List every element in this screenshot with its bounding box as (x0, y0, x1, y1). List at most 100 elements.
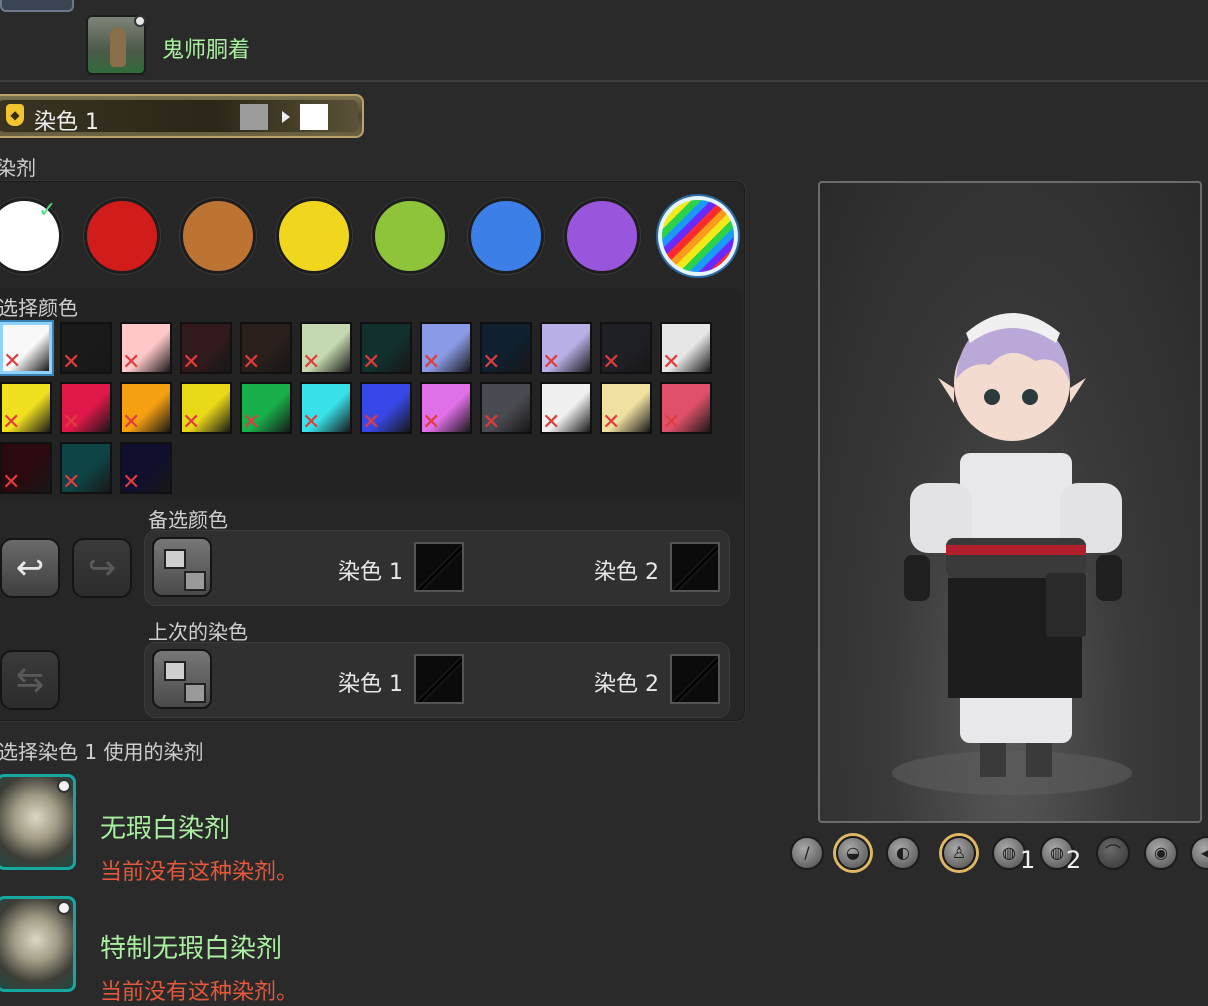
unavailable-x-icon: ✕ (302, 350, 321, 375)
unavailable-x-icon: ✕ (602, 410, 621, 435)
dye-item-icon[interactable] (0, 896, 76, 992)
previous-item-thumbnail[interactable] (0, 0, 74, 12)
last-slot1-swatch[interactable] (414, 654, 464, 704)
alt-slot2-label: 染色 2 (594, 560, 659, 585)
unavailable-x-icon: ✕ (362, 410, 381, 435)
unavailable-x-icon: ✕ (662, 350, 681, 375)
last-dye-label: 上次的染色 (148, 620, 248, 644)
last-slot1-label: 染色 1 (338, 672, 403, 697)
dye-item-name[interactable]: 特制无瑕白染剂 (100, 928, 282, 965)
color-swatch[interactable]: ✕ (0, 322, 52, 374)
pose-icon[interactable]: ♙ (942, 836, 976, 870)
dye-slot-label: 染色 1 (34, 110, 99, 135)
unavailable-x-icon: ✕ (482, 350, 501, 375)
category-rainbow[interactable] (658, 196, 738, 276)
dye-item-icon[interactable] (0, 774, 76, 870)
category-purple[interactable] (564, 198, 640, 274)
unavailable-x-icon: ✕ (182, 350, 201, 375)
dye-item-note: 当前没有这种染剂。 (100, 980, 299, 1005)
color-swatch[interactable]: ✕ (120, 322, 172, 374)
category-brown[interactable] (180, 198, 256, 274)
last-slot2-label: 染色 2 (594, 672, 659, 697)
category-blue[interactable] (468, 198, 544, 274)
last-slot2-swatch[interactable] (670, 654, 720, 704)
color-swatch[interactable]: ✕ (60, 382, 112, 434)
apply-last-dye-button[interactable] (152, 649, 212, 709)
unavailable-x-icon: ✕ (62, 470, 81, 495)
unavailable-x-icon: ✕ (122, 350, 141, 375)
dye-pot-icon: ◆ (6, 104, 24, 126)
unavailable-x-icon: ✕ (542, 350, 561, 375)
color-swatch[interactable]: ✕ (660, 322, 712, 374)
character-preview[interactable] (818, 181, 1202, 823)
alt-slot2-swatch[interactable] (670, 542, 720, 592)
unavailable-x-icon: ✕ (362, 350, 381, 375)
dye-slot1-number: 1 (1020, 846, 1036, 874)
category-green[interactable] (372, 198, 448, 274)
new-color-swatch (300, 104, 328, 130)
color-swatch[interactable]: ✕ (480, 322, 532, 374)
headgear-toggle-icon[interactable]: ◒ (836, 836, 870, 870)
divider (0, 80, 1208, 82)
unavailable-x-icon: ✕ (2, 410, 21, 435)
weapon-toggle-icon[interactable]: / (790, 836, 824, 870)
color-swatch[interactable]: ✕ (240, 322, 292, 374)
color-swatch[interactable]: ✕ (540, 382, 592, 434)
swatch-grid: ✕ ✕ ✕ ✕ ✕ ✕ ✕ ✕ ✕ ✕ ✕ ✕ ✕ ✕ ✕ ✕ ✕ ✕ ✕ ✕ ✕ ✕ ✕ ✕ ✕ ✕ ✕ (0, 322, 720, 498)
color-swatch[interactable]: ✕ (60, 322, 112, 374)
color-swatch[interactable]: ✕ (600, 322, 652, 374)
dye-item-name[interactable]: 无瑕白染剂 (100, 808, 230, 845)
unavailable-x-icon: ✕ (62, 350, 81, 375)
unavailable-x-icon: ✕ (62, 410, 81, 435)
color-swatch[interactable]: ✕ (300, 322, 352, 374)
alt-slot1-label: 染色 1 (338, 560, 403, 585)
color-swatch[interactable]: ✕ (0, 382, 52, 434)
color-swatch[interactable]: ✕ (360, 382, 412, 434)
unavailable-x-icon: ✕ (662, 410, 681, 435)
color-swatch[interactable]: ✕ (120, 442, 172, 494)
visor-toggle-icon[interactable]: ◐ (886, 836, 920, 870)
unavailable-x-icon: ✕ (122, 470, 141, 495)
color-swatch[interactable]: ✕ (600, 382, 652, 434)
color-swatch[interactable]: ✕ (60, 442, 112, 494)
color-swatch[interactable]: ✕ (300, 382, 352, 434)
dye-section-label: 染剂 (0, 156, 36, 180)
select-color-label: 选择颜色 (0, 296, 78, 320)
undo-button[interactable]: ↩ (0, 538, 60, 598)
color-swatch[interactable]: ✕ (660, 382, 712, 434)
color-swatch[interactable]: ✕ (420, 322, 472, 374)
more-icon[interactable]: ◀ (1190, 836, 1208, 870)
color-swatch[interactable]: ✕ (180, 382, 232, 434)
color-swatch[interactable]: ✕ (180, 322, 232, 374)
lighting-icon[interactable]: ⌒ (1096, 836, 1130, 870)
item-name: 鬼师胴着 (162, 38, 251, 63)
color-swatch[interactable]: ✕ (120, 382, 172, 434)
color-swatch[interactable]: ✕ (480, 382, 532, 434)
unavailable-x-icon: ✕ (422, 410, 441, 435)
color-swatch[interactable]: ✕ (240, 382, 292, 434)
color-swatch[interactable]: ✕ (0, 442, 52, 494)
unavailable-x-icon: ✕ (542, 410, 561, 435)
unavailable-x-icon: ✕ (422, 350, 441, 375)
alt-slot1-swatch[interactable] (414, 542, 464, 592)
color-swatch[interactable]: ✕ (420, 382, 472, 434)
eye-icon[interactable]: ◉ (1144, 836, 1178, 870)
apply-alt-colors-button[interactable] (152, 537, 212, 597)
unavailable-x-icon: ✕ (2, 470, 21, 495)
unavailable-x-icon: ✕ (3, 349, 22, 374)
unavailable-x-icon: ✕ (122, 410, 141, 435)
unavailable-x-icon: ✕ (302, 410, 321, 435)
category-yellow[interactable] (276, 198, 352, 274)
unavailable-x-icon: ✕ (602, 350, 621, 375)
current-color-swatch (240, 104, 268, 130)
color-swatch[interactable]: ✕ (540, 322, 592, 374)
category-red[interactable] (84, 198, 160, 274)
unavailable-x-icon: ✕ (182, 410, 201, 435)
color-swatch[interactable]: ✕ (360, 322, 412, 374)
check-icon: ✓ (38, 198, 57, 223)
dye-slot2-number: 2 (1066, 846, 1082, 874)
redo-button[interactable]: ↪ (72, 538, 132, 598)
item-icon[interactable] (86, 15, 146, 75)
swap-dyes-button[interactable]: ⇆ (0, 650, 60, 710)
unavailable-x-icon: ✕ (242, 410, 261, 435)
